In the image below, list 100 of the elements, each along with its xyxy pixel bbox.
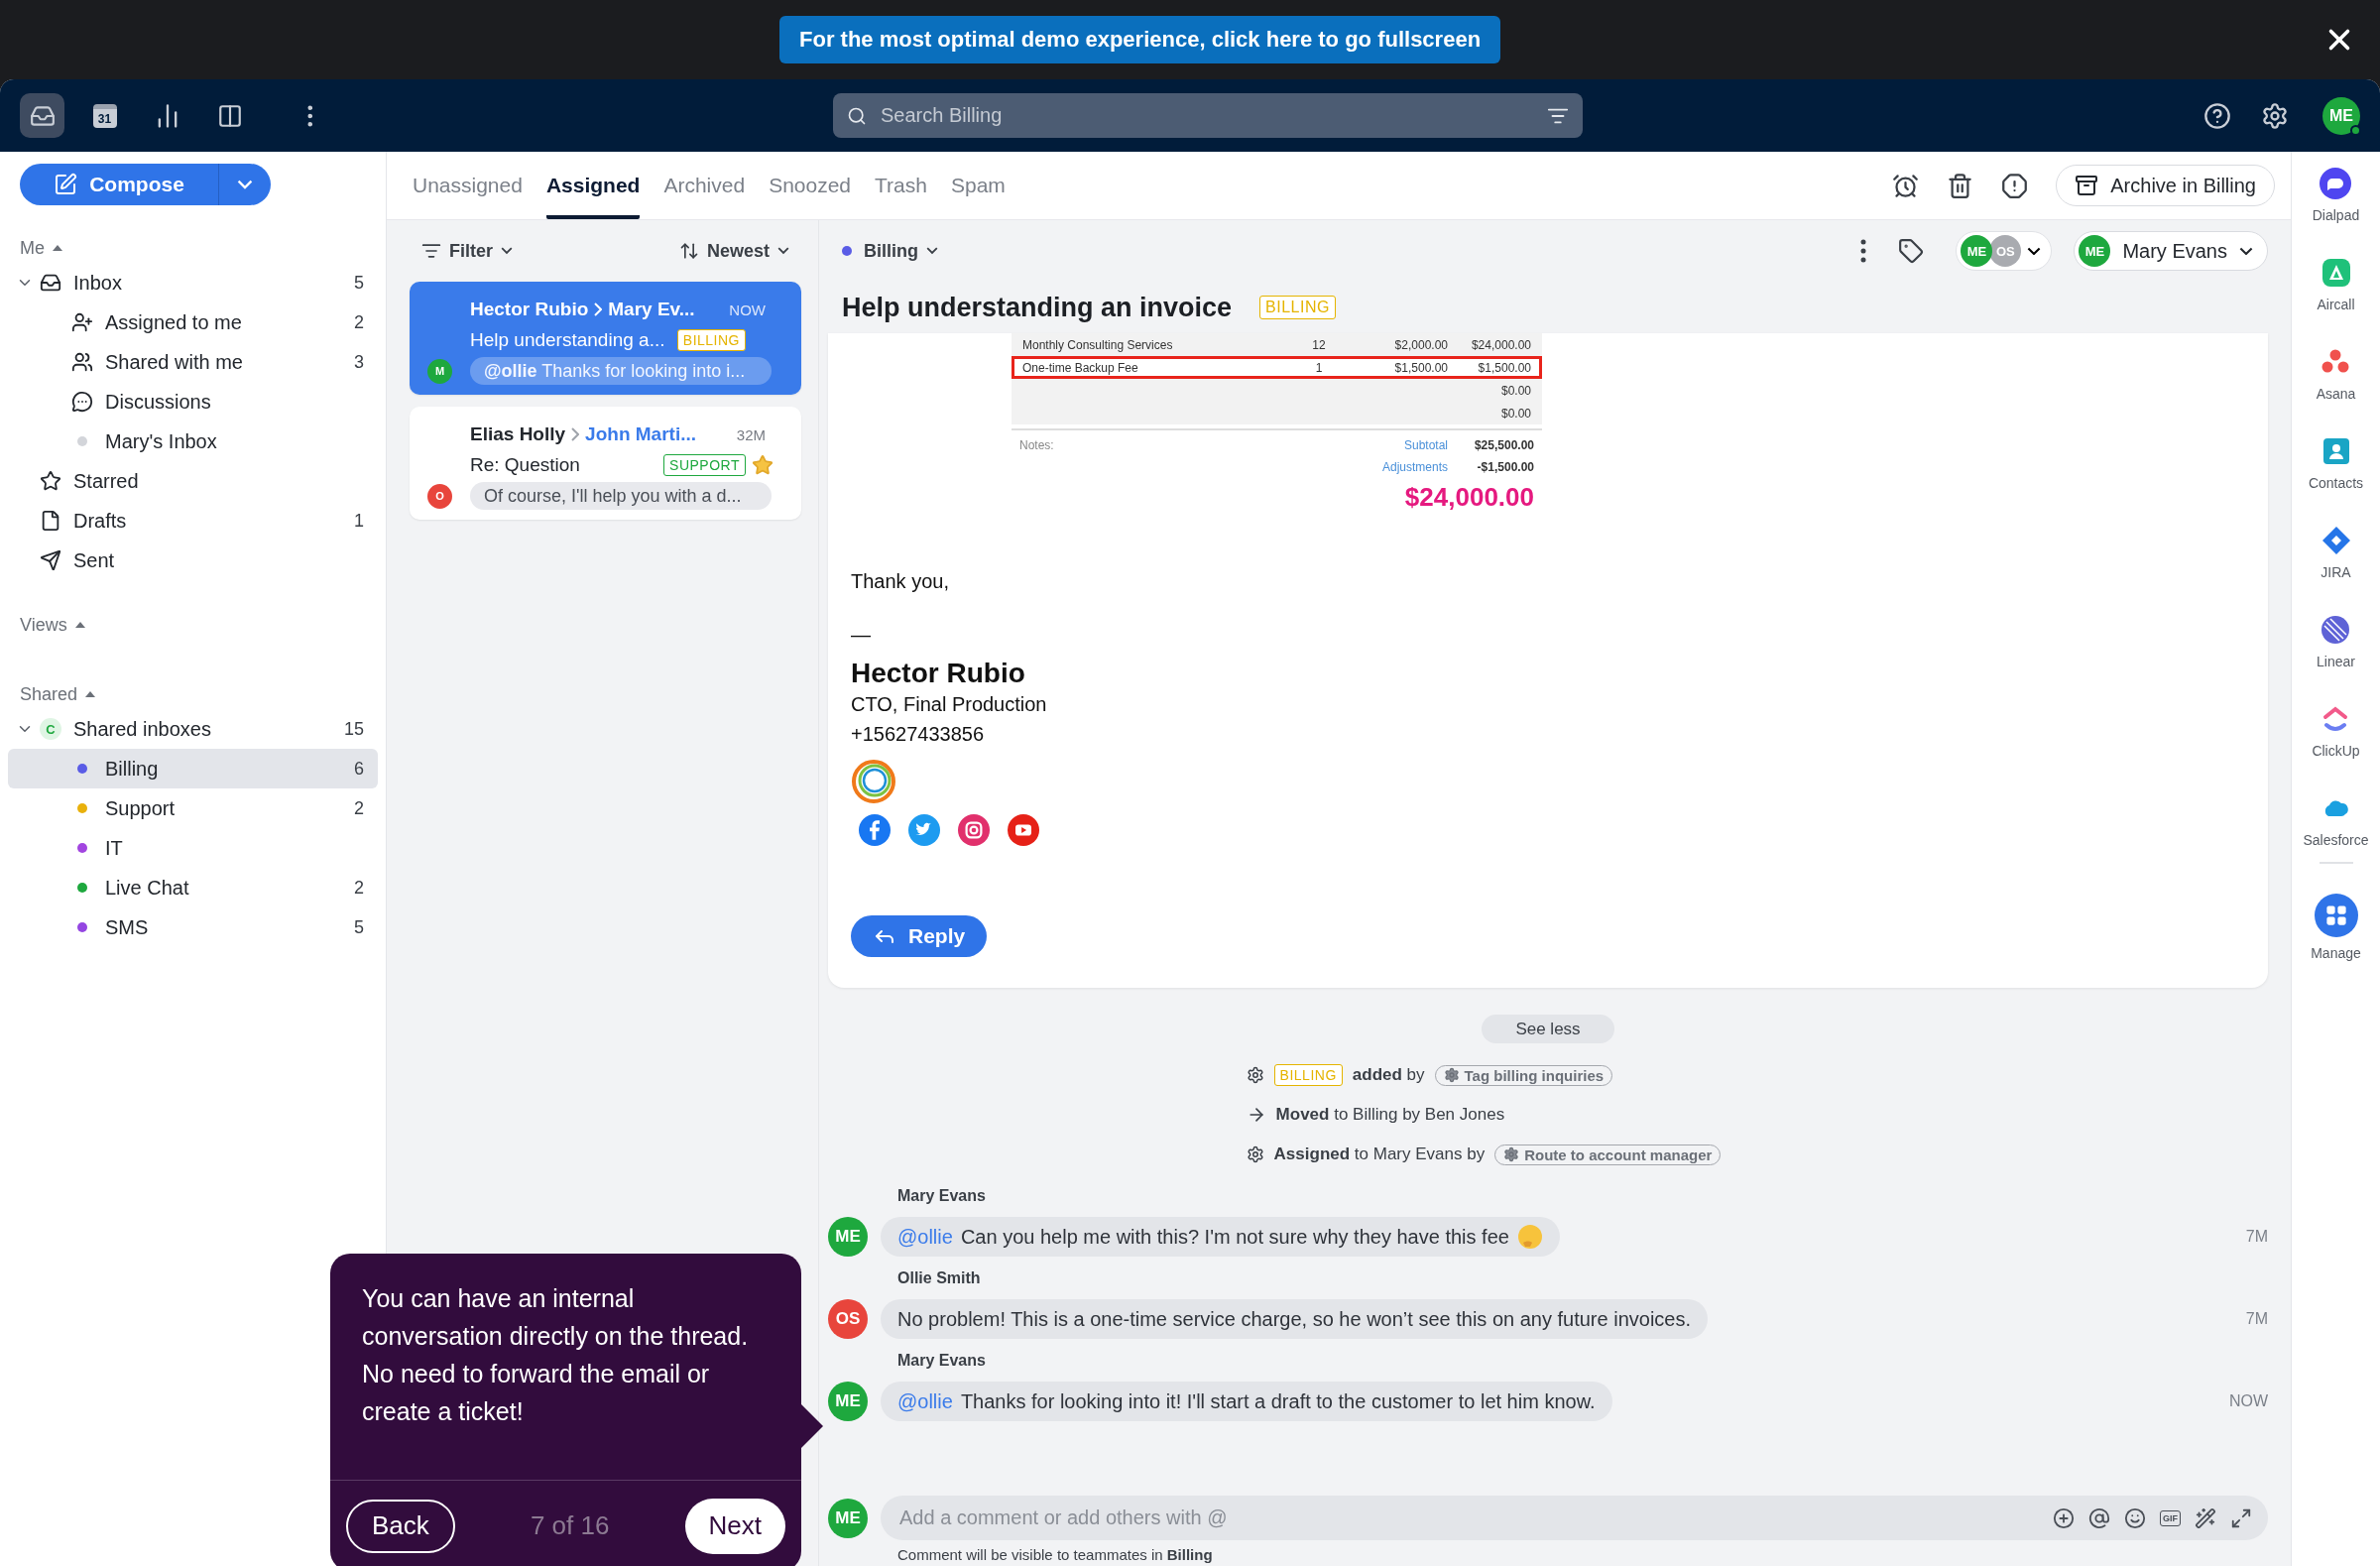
comment-text: Thanks for looking into it! I'll start a draft to the customer to let him know. [960, 1389, 1596, 1413]
sidebar-label: Starred [73, 469, 140, 493]
app-button[interactable]: Dialpad [2312, 168, 2360, 257]
inbox-dropdown[interactable]: Billing [842, 240, 938, 262]
chevron-down-icon [501, 247, 513, 255]
star-icon[interactable] [752, 454, 774, 476]
see-less-button[interactable]: See less [1482, 1015, 1614, 1043]
app-button[interactable]: Aircall [2317, 257, 2355, 346]
sidebar-label: SMS [105, 915, 150, 939]
nav-button[interactable]: 31 [82, 93, 127, 138]
social-icon[interactable] [859, 814, 891, 846]
item-count: 2 [354, 311, 364, 333]
tag-icon[interactable] [1898, 238, 1925, 264]
sidebar-item[interactable]: C Shared inboxes 15 [8, 709, 378, 749]
filter-icon [421, 241, 441, 261]
conversation-card[interactable]: Elias Holly John Marti... 32M Re: Question SUPPORT O Of course, I'll help you with a d... [410, 407, 801, 520]
email-text: — [851, 623, 872, 648]
chevron-down-icon [926, 247, 938, 255]
gear-icon [1503, 1146, 1520, 1162]
comment-time: 7M [2245, 1227, 2268, 1246]
speech-bubble-icon [2320, 168, 2352, 199]
comment-input[interactable]: Add a comment or add others with @ [897, 1506, 2039, 1530]
compose-button[interactable]: Compose [20, 164, 219, 205]
app-button[interactable]: Salesforce [2303, 792, 2369, 882]
sidebar-item[interactable]: Mary's Inbox [8, 422, 378, 461]
sidebar-item[interactable]: Drafts 1 [8, 501, 378, 541]
chevron-down-icon [2239, 246, 2253, 256]
grid-icon [2314, 894, 2358, 937]
tab[interactable]: Unassigned [413, 152, 523, 219]
alert-icon[interactable] [2001, 172, 2029, 199]
app-button[interactable]: Manage [2311, 894, 2361, 983]
search-input[interactable]: Search Billing [879, 103, 1535, 128]
total-value: -$1,500.00 [1476, 460, 1534, 474]
item-count: 5 [354, 916, 364, 938]
message-preview: @ollie Thanks for looking into i... [470, 357, 772, 385]
conversation-title: Help understanding an invoice [842, 292, 1233, 323]
tab[interactable]: Assigned [545, 152, 641, 219]
expand-icon[interactable] [2230, 1506, 2252, 1529]
avatar-initials: OS [828, 1299, 868, 1339]
sidebar-item[interactable]: Shared with me 3 [8, 342, 378, 382]
assignee-dropdown[interactable]: ME Mary Evans [2074, 231, 2268, 271]
more-icon [306, 104, 313, 127]
reply-button[interactable]: Reply [851, 915, 988, 957]
tab[interactable]: Snoozed [769, 152, 852, 219]
compose-menu-button[interactable] [219, 164, 271, 205]
app-button[interactable]: Linear [2317, 614, 2355, 703]
social-icon[interactable] [908, 814, 940, 846]
tab[interactable]: Archived [663, 152, 746, 219]
magic-wand-icon[interactable] [2195, 1506, 2216, 1529]
next-button[interactable]: Next [684, 1498, 785, 1554]
sidebar-item[interactable]: Support 2 [8, 788, 378, 828]
section-header[interactable]: Shared [8, 679, 378, 709]
sidebar-item[interactable]: Live Chat 2 [8, 868, 378, 907]
app-button[interactable]: Asana [2316, 346, 2356, 435]
settings-icon[interactable] [2261, 101, 2289, 130]
add-icon[interactable] [2053, 1506, 2075, 1529]
comment-time: 7M [2245, 1309, 2268, 1328]
avatar-initials: M [427, 358, 452, 384]
snooze-icon[interactable] [1892, 172, 1920, 199]
social-icon[interactable] [1008, 814, 1039, 846]
more-button[interactable] [1860, 239, 1867, 263]
sidebar-item[interactable]: IT [8, 828, 378, 868]
back-button[interactable]: Back [346, 1499, 455, 1553]
app-button[interactable]: JIRA [2320, 525, 2352, 614]
section-header[interactable]: Me [8, 233, 378, 263]
sidebar-item[interactable]: Discussions [8, 382, 378, 422]
pen-square-icon [54, 173, 78, 196]
app-button[interactable]: ClickUp [2312, 703, 2360, 792]
conversation-card[interactable]: Hector Rubio Mary Ev... NOW Help understanding a... BILLING M @ollie Thanks for looking into i... [410, 282, 801, 395]
mention-icon[interactable] [2088, 1506, 2110, 1529]
comment-note: Comment will be visible to teammates in Billing [897, 1546, 1214, 1563]
sidebar-item[interactable]: Assigned to me 2 [8, 302, 378, 342]
sidebar-item[interactable]: SMS 5 [8, 907, 378, 947]
tab[interactable]: Trash [875, 152, 927, 219]
emoji-icon[interactable] [2124, 1506, 2146, 1529]
nav-button[interactable] [20, 93, 64, 138]
trash-icon[interactable] [1947, 172, 1974, 199]
sidebar-item[interactable]: Billing 6 [8, 749, 378, 788]
tab[interactable]: Spam [950, 152, 1006, 219]
search-field[interactable]: Search Billing [833, 93, 1583, 138]
social-icon[interactable] [958, 814, 990, 846]
sort-button[interactable]: Newest [666, 240, 801, 262]
sidebar-item[interactable]: Inbox 5 [8, 263, 378, 302]
gif-button[interactable]: GIF [2160, 1509, 2181, 1526]
section-header[interactable]: Views [8, 610, 378, 640]
app-button[interactable]: Contacts [2308, 435, 2364, 525]
tag-label: BILLING [1273, 1064, 1343, 1086]
sidebar-label: Mary's Inbox [105, 429, 218, 453]
filter-button[interactable]: Filter [410, 240, 525, 262]
archive-button[interactable]: Archive in Billing [2056, 165, 2275, 206]
email-text: Thank you, [851, 569, 950, 594]
fullscreen-banner[interactable]: For the most optimal demo experience, click here to go fullscreen [779, 16, 1501, 63]
comment-field[interactable]: Add a comment or add others with @ GIF [881, 1496, 2268, 1540]
comment-author: Mary Evans [897, 1187, 987, 1206]
inbox-badge: C [40, 718, 61, 740]
activity-text: Moved to Billing by Ben Jones [1275, 1105, 1505, 1125]
help-icon[interactable] [2203, 101, 2231, 130]
sidebar-item[interactable]: Starred [8, 461, 378, 501]
sidebar-item[interactable]: Sent [8, 541, 378, 580]
signature-line: CTO, Final Production [851, 692, 1048, 717]
